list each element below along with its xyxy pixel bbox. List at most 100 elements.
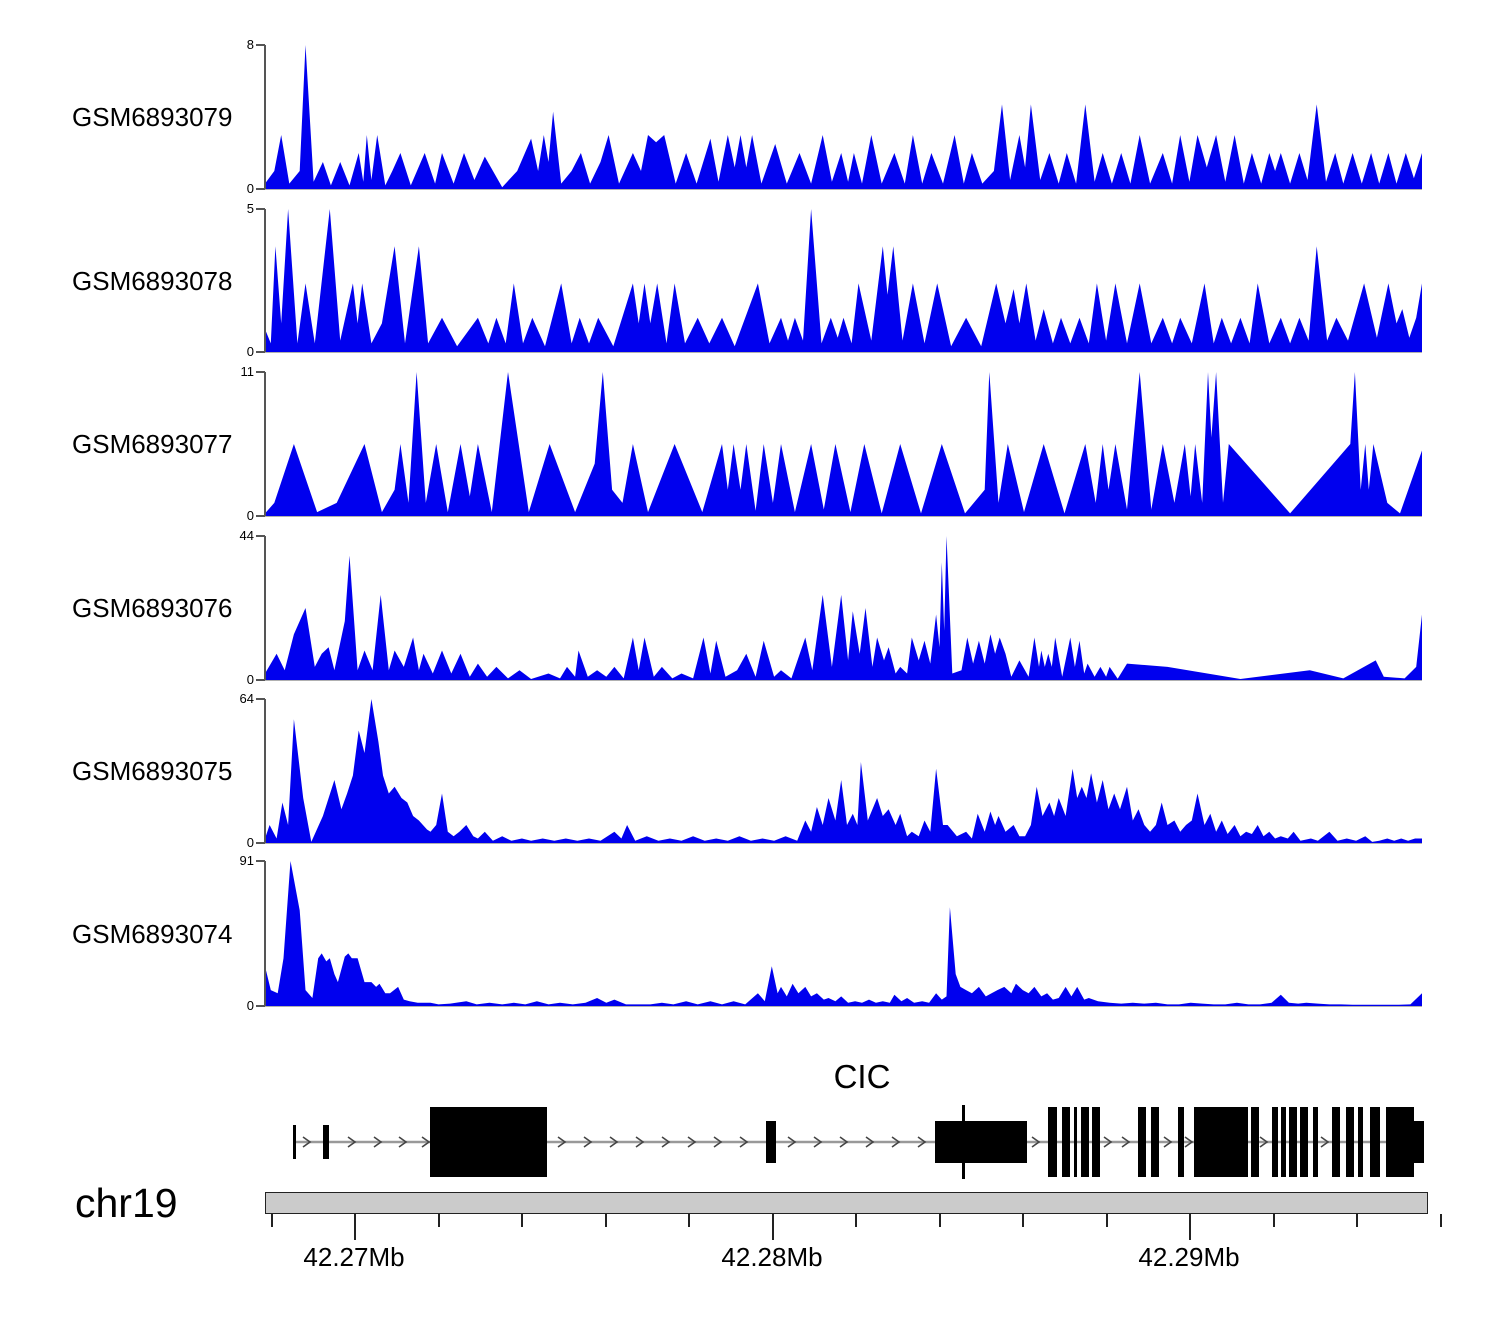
track-label: GSM6893078: [72, 265, 232, 297]
ruler-minor-tick: [605, 1214, 607, 1227]
coverage-area-chart: [265, 536, 1422, 680]
chromosome-ideogram-bar: [265, 1192, 1428, 1214]
track-label: GSM6893075: [72, 755, 232, 787]
ruler-minor-tick: [1356, 1214, 1358, 1227]
ruler-major-tick: [354, 1214, 356, 1240]
y-axis-max-label: 11: [208, 364, 254, 380]
exon-box: [1062, 1107, 1070, 1177]
exon-box: [1272, 1107, 1278, 1177]
ruler-minor-tick: [271, 1214, 273, 1227]
genome-browser-view: GSM6893079 8 0 GSM6893078 5 0 GSM6893077…: [0, 0, 1500, 1320]
y-axis-line: [264, 209, 266, 352]
ruler-minor-tick: [521, 1214, 523, 1227]
exon-box: [1081, 1107, 1089, 1177]
y-axis-top-tick: [256, 208, 265, 210]
exon-box: [1414, 1121, 1424, 1163]
exon-box: [1074, 1107, 1077, 1177]
y-axis-bottom-tick: [256, 351, 265, 353]
track-label: GSM6893079: [72, 101, 232, 133]
exon-box: [1386, 1107, 1414, 1177]
y-axis-top-tick: [256, 698, 265, 700]
y-axis-max-label: 5: [208, 201, 254, 217]
y-axis-line: [264, 45, 266, 189]
coverage-area-chart: [265, 861, 1422, 1006]
y-axis-bottom-tick: [256, 515, 265, 517]
y-axis-top-tick: [256, 371, 265, 373]
y-axis-zero-label: 0: [208, 508, 254, 524]
y-axis-top-tick: [256, 860, 265, 862]
coverage-area-chart: [265, 45, 1422, 189]
exon-box: [323, 1125, 329, 1159]
y-axis-line: [264, 536, 266, 680]
ruler-minor-tick: [939, 1214, 941, 1227]
exon-box: [1370, 1107, 1380, 1177]
coverage-area-fill: [265, 861, 1422, 1006]
y-axis-max-label: 8: [208, 37, 254, 53]
coverage-area-chart: [265, 209, 1422, 352]
y-axis-max-label: 91: [208, 853, 254, 869]
y-axis-line: [264, 699, 266, 843]
y-axis-zero-label: 0: [208, 998, 254, 1014]
ruler-major-tick: [772, 1214, 774, 1240]
y-axis-zero-label: 0: [208, 835, 254, 851]
coverage-area-fill: [265, 699, 1422, 843]
y-axis-bottom-tick: [256, 679, 265, 681]
exon-box: [1332, 1107, 1340, 1177]
coverage-area-chart: [265, 699, 1422, 843]
y-axis-line: [264, 861, 266, 1006]
exon-box: [1313, 1107, 1318, 1177]
track-baseline: [265, 1006, 1422, 1007]
track-label: GSM6893074: [72, 918, 232, 950]
ruler-minor-tick: [855, 1214, 857, 1227]
transcript-boundary-line: [962, 1105, 965, 1179]
ruler-minor-tick: [1440, 1214, 1442, 1227]
y-axis-top-tick: [256, 44, 265, 46]
ruler-minor-tick: [1022, 1214, 1024, 1227]
exon-box: [1281, 1107, 1286, 1177]
chromosome-label: chr19: [75, 1180, 178, 1227]
axis-mb-label: 42.27Mb: [303, 1242, 404, 1273]
axis-mb-label: 42.28Mb: [721, 1242, 822, 1273]
exon-box: [1346, 1107, 1354, 1177]
exon-box: [1048, 1107, 1057, 1177]
ruler-major-tick: [1189, 1214, 1191, 1240]
exon-box: [766, 1121, 776, 1163]
track-baseline: [265, 189, 1422, 190]
coverage-area-chart: [265, 372, 1422, 516]
y-axis-max-label: 64: [208, 691, 254, 707]
exon-box: [1092, 1107, 1100, 1177]
y-axis-zero-label: 0: [208, 181, 254, 197]
track-baseline: [265, 680, 1422, 681]
gene-name-label: CIC: [834, 1058, 891, 1096]
exon-box: [1251, 1107, 1259, 1177]
y-axis-top-tick: [256, 535, 265, 537]
exon-box: [935, 1121, 1027, 1163]
exon-box: [1138, 1107, 1146, 1177]
y-axis-zero-label: 0: [208, 672, 254, 688]
ruler-minor-tick: [1273, 1214, 1275, 1227]
exon-box: [1151, 1107, 1159, 1177]
exon-box: [293, 1125, 296, 1159]
exon-box: [1300, 1107, 1308, 1177]
track-label: GSM6893076: [72, 592, 232, 624]
exon-box: [430, 1107, 547, 1177]
coverage-area-fill: [265, 372, 1422, 516]
track-label: GSM6893077: [72, 428, 232, 460]
exon-box: [1194, 1107, 1248, 1177]
coverage-area-fill: [265, 536, 1422, 680]
y-axis-zero-label: 0: [208, 344, 254, 360]
y-axis-bottom-tick: [256, 1005, 265, 1007]
ruler-minor-tick: [1106, 1214, 1108, 1227]
ruler-minor-tick: [438, 1214, 440, 1227]
axis-mb-label: 42.29Mb: [1138, 1242, 1239, 1273]
gene-model-track: [240, 1100, 1500, 1185]
track-baseline: [265, 843, 1422, 844]
coverage-area-fill: [265, 45, 1422, 189]
y-axis-max-label: 44: [208, 528, 254, 544]
track-baseline: [265, 352, 1422, 353]
exon-box: [1289, 1107, 1297, 1177]
coverage-area-fill: [265, 209, 1422, 352]
exon-box: [1178, 1107, 1184, 1177]
y-axis-bottom-tick: [256, 842, 265, 844]
y-axis-line: [264, 372, 266, 516]
